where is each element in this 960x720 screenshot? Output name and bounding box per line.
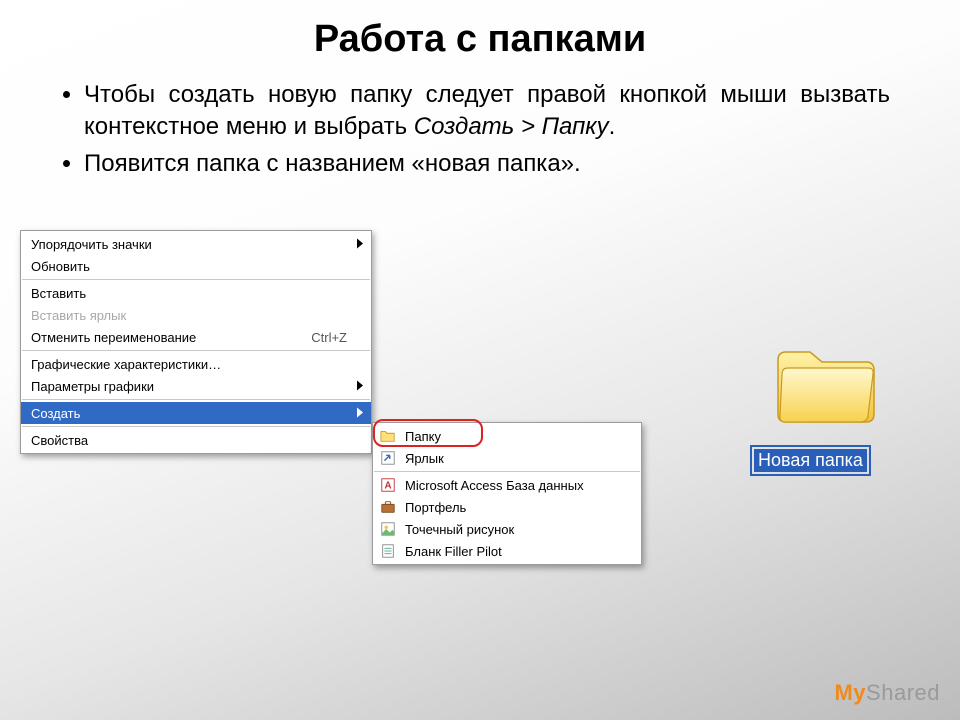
filler-pilot-icon <box>379 542 397 560</box>
shortcut-icon <box>379 449 397 467</box>
menu-paste[interactable]: Вставить <box>21 282 371 304</box>
bullet-1-post: . <box>609 113 616 140</box>
submenu-folder[interactable]: Папку <box>373 425 641 447</box>
menu-graphics-params-label: Параметры графики <box>31 379 154 394</box>
submenu-arrow-icon <box>357 379 363 394</box>
submenu-filler-pilot[interactable]: Бланк Filler Pilot <box>373 540 641 562</box>
briefcase-icon <box>379 498 397 516</box>
menu-undo-rename[interactable]: Отменить переименование Ctrl+Z <box>21 326 371 348</box>
menu-properties[interactable]: Свойства <box>21 429 371 451</box>
bullet-2: Появится папка с названием «новая папка»… <box>84 148 890 180</box>
menu-separator <box>22 399 370 400</box>
submenu-arrow-icon <box>357 406 363 421</box>
watermark-my: My <box>834 680 866 705</box>
submenu-filler-pilot-label: Бланк Filler Pilot <box>405 544 502 559</box>
menu-paste-shortcut: Вставить ярлык <box>21 304 371 326</box>
menu-separator <box>22 350 370 351</box>
menu-separator <box>22 426 370 427</box>
submenu-access-db-label: Microsoft Access База данных <box>405 478 584 493</box>
submenu-bitmap[interactable]: Точечный рисунок <box>373 518 641 540</box>
menu-arrange-icons[interactable]: Упорядочить значки <box>21 233 371 255</box>
submenu-briefcase-label: Портфель <box>405 500 466 515</box>
menu-create[interactable]: Создать <box>21 402 371 424</box>
submenu-briefcase[interactable]: Портфель <box>373 496 641 518</box>
menu-paste-label: Вставить <box>31 286 86 301</box>
instruction-text: Чтобы создать новую папку следует правой… <box>0 61 960 180</box>
svg-text:A: A <box>384 481 391 492</box>
menu-graphics-params[interactable]: Параметры графики <box>21 375 371 397</box>
menu-arrange-icons-label: Упорядочить значки <box>31 237 152 252</box>
menu-properties-label: Свойства <box>31 433 88 448</box>
menu-undo-rename-label: Отменить переименование <box>31 330 196 345</box>
access-db-icon: A <box>379 476 397 494</box>
submenu-bitmap-label: Точечный рисунок <box>405 522 514 537</box>
watermark: MyShared <box>834 680 940 706</box>
bullet-1-em: Создать > Папку <box>414 113 609 140</box>
submenu-access-db[interactable]: A Microsoft Access База данных <box>373 474 641 496</box>
submenu-shortcut[interactable]: Ярлык <box>373 447 641 469</box>
menu-create-label: Создать <box>31 406 80 421</box>
menu-refresh[interactable]: Обновить <box>21 255 371 277</box>
create-submenu: Папку Ярлык A Microsoft Access База данн… <box>372 422 642 565</box>
submenu-folder-label: Папку <box>405 429 441 444</box>
submenu-shortcut-label: Ярлык <box>405 451 444 466</box>
submenu-arrow-icon <box>357 237 363 252</box>
menu-graphics-characteristics[interactable]: Графические характеристики… <box>21 353 371 375</box>
menu-refresh-label: Обновить <box>31 259 90 274</box>
bitmap-icon <box>379 520 397 538</box>
menu-graphics-characteristics-label: Графические характеристики… <box>31 357 221 372</box>
page-title: Работа с папками <box>0 0 960 61</box>
menu-separator <box>374 471 640 472</box>
menu-separator <box>22 279 370 280</box>
menu-paste-shortcut-label: Вставить ярлык <box>31 308 126 323</box>
rename-editbox-text: Новая папка <box>754 449 867 472</box>
bullet-1: Чтобы создать новую папку следует правой… <box>84 79 890 144</box>
new-folder-large-icon[interactable] <box>770 340 880 430</box>
context-menu: Упорядочить значки Обновить Вставить Вст… <box>20 230 372 454</box>
menu-undo-rename-shortcut: Ctrl+Z <box>281 330 347 345</box>
rename-editbox[interactable]: Новая папка <box>750 445 871 476</box>
watermark-shared: Shared <box>866 680 940 705</box>
folder-icon <box>379 427 397 445</box>
